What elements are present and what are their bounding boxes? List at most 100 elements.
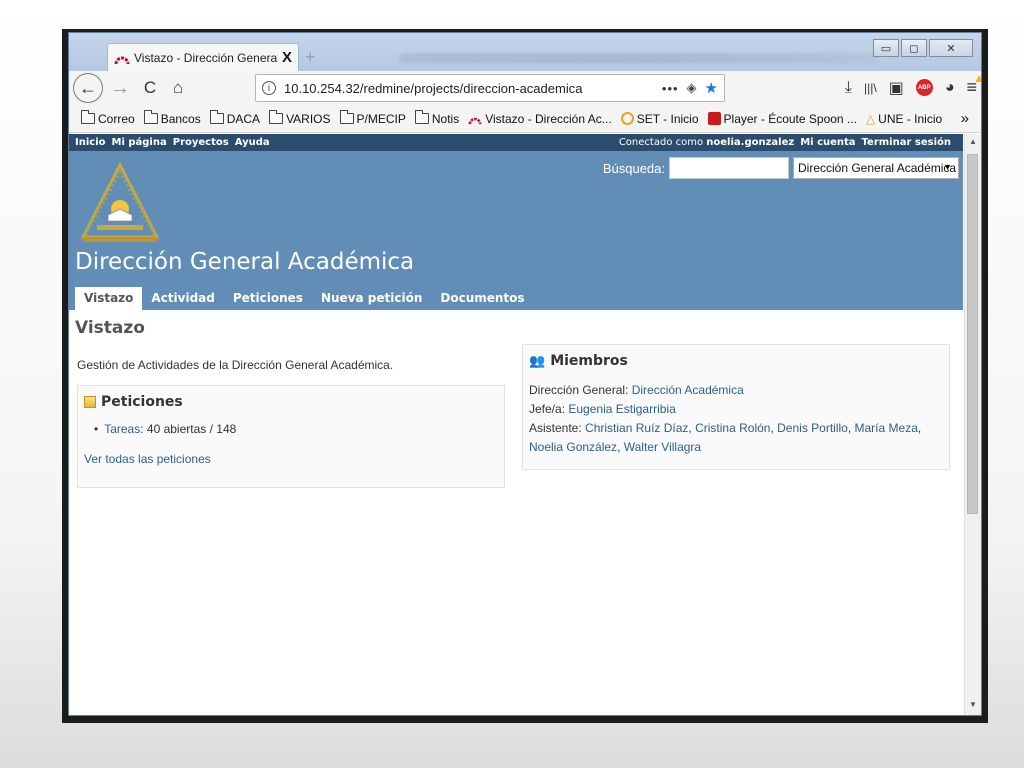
bookmark-label: Notis xyxy=(431,111,460,126)
right-column: 👥 Miembros Dirección General: Dirección … xyxy=(522,344,950,470)
hamburger-menu-icon[interactable]: ≡ ▲ xyxy=(966,71,981,98)
tab-bar: Vistazo - Dirección General Aca X + ▭ ◻ … xyxy=(69,33,981,71)
role-label: Jefe/a: xyxy=(529,402,566,416)
url-text[interactable]: 10.10.254.32/redmine/projects/direccion-… xyxy=(284,81,662,96)
page-actions-icon[interactable]: ••• xyxy=(662,81,679,96)
scroll-up-icon[interactable]: ▲ xyxy=(965,134,981,150)
bookmark-notis[interactable]: Notis xyxy=(414,110,460,126)
tab-peticiones[interactable]: Peticiones xyxy=(224,287,312,310)
bookmark-varios[interactable]: VARIOS xyxy=(269,110,331,126)
url-bar[interactable]: i 10.10.254.32/redmine/projects/direccio… xyxy=(255,74,725,102)
redmine-icon xyxy=(468,117,482,124)
logged-as: Conectado como noelia.gonzalez xyxy=(619,137,794,148)
new-tab-button[interactable]: + xyxy=(305,47,316,68)
member-link[interactable]: Dirección Académica xyxy=(632,383,744,397)
tab-documentos[interactable]: Documentos xyxy=(431,287,533,310)
tracker-list: Tareas: 40 abiertas / 148 xyxy=(84,422,498,436)
member-link[interactable]: Cristina Rolón xyxy=(695,421,770,435)
page-title: Vistazo xyxy=(75,318,145,338)
folder-icon xyxy=(269,110,284,124)
member-link[interactable]: Denis Portillo xyxy=(777,421,848,435)
page-content: Inicio Mi página Proyectos Ayuda Conecta… xyxy=(69,134,963,715)
search-label: Búsqueda: xyxy=(602,160,665,176)
bookmark-correo[interactable]: Correo xyxy=(81,110,135,126)
bookmark-set[interactable]: SET - Inicio xyxy=(620,112,699,126)
member-role-row: Asistente: Christian Ruíz Díaz, Cristina… xyxy=(529,421,922,454)
left-column: Gestión de Actividades de la Dirección G… xyxy=(77,358,505,488)
folder-icon xyxy=(339,110,354,124)
bookmarks-overflow-icon[interactable]: » xyxy=(961,110,969,127)
vertical-scrollbar[interactable]: ▲ ▼ xyxy=(964,134,981,715)
adblock-icon[interactable]: ABP xyxy=(915,79,933,96)
main-content: Vistazo Gestión de Actividades de la Dir… xyxy=(69,310,963,488)
bookmark-label: VARIOS xyxy=(286,111,331,126)
logout-link[interactable]: Terminar sesión xyxy=(862,137,951,148)
tab-close-icon[interactable]: X xyxy=(282,49,292,66)
tab-actividad[interactable]: Actividad xyxy=(142,287,223,310)
bookmark-label: Vistazo - Dirección Ac... xyxy=(485,111,612,126)
player-icon xyxy=(707,112,721,125)
home-button[interactable]: ⌂ xyxy=(165,78,191,98)
redmine-icon xyxy=(114,56,130,64)
top-menu-ayuda[interactable]: Ayuda xyxy=(235,137,270,148)
member-link[interactable]: Eugenia Estigarribia xyxy=(568,402,675,416)
folder-icon xyxy=(414,110,429,124)
tab-nueva-peticion[interactable]: Nueva petición xyxy=(312,287,431,310)
member-role-row: Dirección General: Dirección Académica xyxy=(529,381,943,400)
logged-user-link[interactable]: noelia.gonzalez xyxy=(706,137,794,148)
project-jump-select[interactable]: Dirección General Académica ▼ xyxy=(793,157,959,179)
bookmark-bancos[interactable]: Bancos xyxy=(143,110,201,126)
back-button[interactable]: ← xyxy=(73,73,103,103)
tab-vistazo[interactable]: Vistazo xyxy=(75,287,143,310)
nav-bar: ← → C ⌂ i 10.10.254.32/redmine/projects/… xyxy=(69,71,981,105)
bookmark-pmecip[interactable]: P/MECIP xyxy=(339,110,406,126)
members-title-text: Miembros xyxy=(550,353,628,369)
issues-box-title: Peticiones xyxy=(84,394,498,410)
reload-button[interactable]: C xyxy=(137,78,163,98)
browser-tab-active[interactable]: Vistazo - Dirección General Aca X xyxy=(107,43,299,71)
maximize-button[interactable]: ◻ xyxy=(901,39,927,57)
view-all-issues-link[interactable]: Ver todas las peticiones xyxy=(84,452,211,466)
sidebar-icon[interactable]: ▣ xyxy=(889,78,904,98)
bookmark-label: Bancos xyxy=(160,111,201,126)
scrollbar-thumb[interactable] xyxy=(967,154,978,514)
redmine-top-menu: Inicio Mi página Proyectos Ayuda Conecta… xyxy=(69,134,963,151)
window-frame: Vistazo - Dirección General Aca X + ▭ ◻ … xyxy=(62,29,988,723)
member-link[interactable]: Walter Villagra xyxy=(624,440,701,454)
bookmark-label: Player - Écoute Spoon ... xyxy=(723,111,857,126)
pocket-icon[interactable]: ◈ xyxy=(687,80,697,96)
top-menu-mi-pagina[interactable]: Mi página xyxy=(112,137,167,148)
extension-icon[interactable]: ◕ xyxy=(945,79,955,97)
my-account-link[interactable]: Mi cuenta xyxy=(800,137,855,148)
top-menu-proyectos[interactable]: Proyectos xyxy=(173,137,229,148)
download-icon[interactable]: ⤓ xyxy=(845,79,852,97)
folder-icon xyxy=(81,110,95,124)
search-input[interactable] xyxy=(669,157,789,179)
forward-button[interactable]: → xyxy=(107,77,133,100)
issues-icon xyxy=(84,396,96,408)
member-link[interactable]: María Meza xyxy=(855,421,918,435)
member-link[interactable]: Christian Ruíz Díaz xyxy=(585,421,688,435)
tab-title: Vistazo - Dirección General Aca xyxy=(134,50,278,65)
close-window-button[interactable]: ✕ xyxy=(929,39,973,57)
project-jump-value: Dirección General Académica xyxy=(798,161,957,175)
role-label: Asistente: xyxy=(529,421,582,435)
une-icon: △ xyxy=(865,111,876,126)
members-box: 👥 Miembros Dirección General: Dirección … xyxy=(522,344,950,470)
bookmark-daca[interactable]: DACA xyxy=(209,110,260,126)
minimize-button[interactable]: ▭ xyxy=(873,39,899,57)
info-icon[interactable]: i xyxy=(262,81,276,95)
bookmark-player[interactable]: Player - Écoute Spoon ... xyxy=(707,111,857,126)
member-link[interactable]: Noelia González xyxy=(529,440,617,454)
bookmark-vistazo[interactable]: Vistazo - Dirección Ac... xyxy=(468,112,612,126)
top-menu-inicio[interactable]: Inicio xyxy=(75,137,106,148)
issues-box: Peticiones Tareas: 40 abiertas / 148 Ver… xyxy=(77,385,505,488)
search-area: Búsqueda: Dirección General Académica ▼ xyxy=(603,157,959,179)
window-controls: ▭ ◻ ✕ xyxy=(873,39,973,57)
tracker-link-tareas[interactable]: Tareas xyxy=(104,422,140,436)
scroll-down-icon[interactable]: ▼ xyxy=(965,697,981,713)
bookmark-une[interactable]: △ UNE - Inicio xyxy=(866,112,942,126)
bookmark-star-icon[interactable]: ★ xyxy=(705,79,718,97)
members-box-title: 👥 Miembros xyxy=(529,353,943,369)
library-icon[interactable]: |||\ xyxy=(864,81,877,95)
